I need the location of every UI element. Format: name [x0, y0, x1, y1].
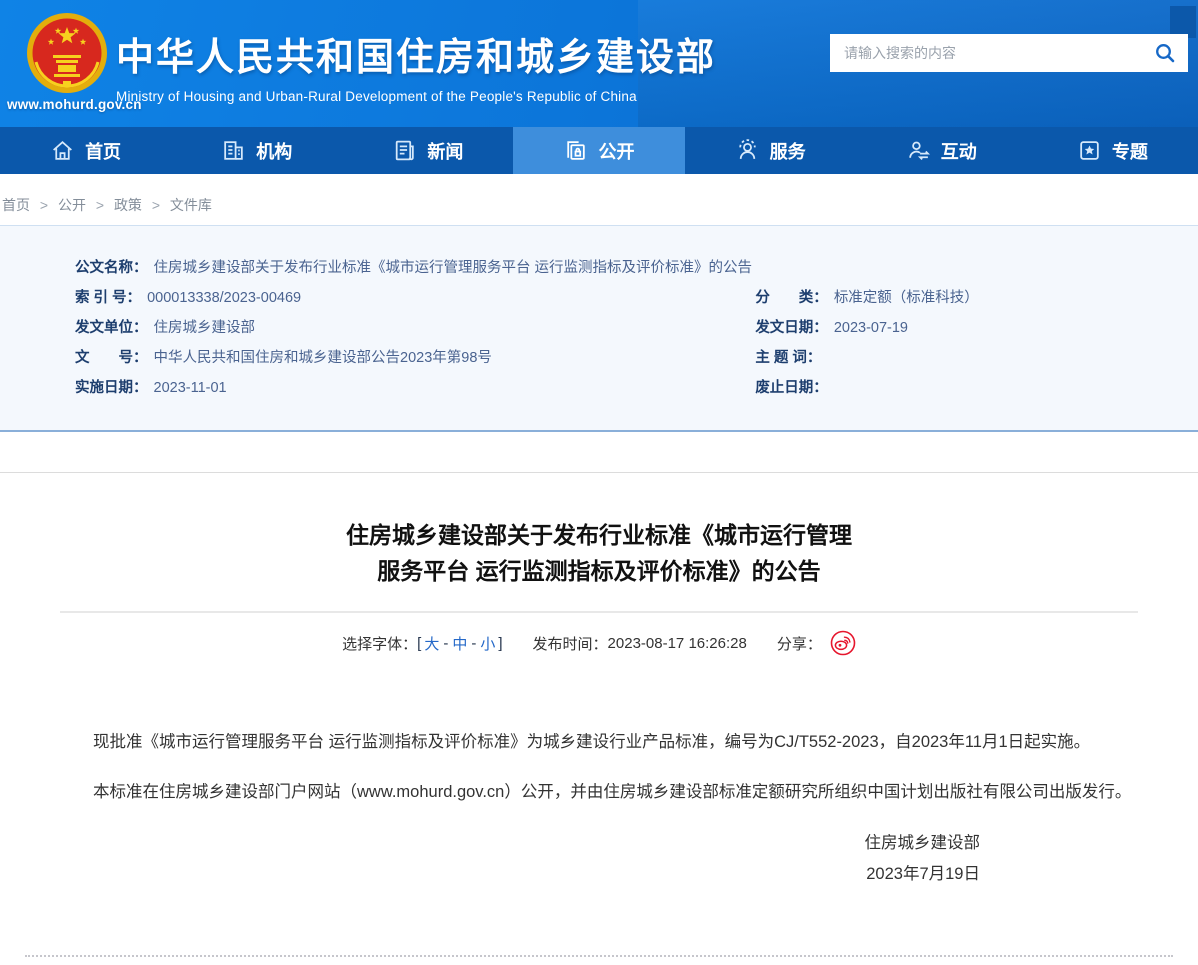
- nav-item-disclosure[interactable]: 公开: [513, 127, 684, 174]
- font-size-large-link[interactable]: 大: [424, 633, 439, 654]
- nav-item-services[interactable]: 服务: [685, 127, 856, 174]
- site-header: www.mohurd.gov.cn 中华人民共和国住房和城乡建设部 Minist…: [0, 0, 1198, 127]
- nav-label: 服务: [770, 138, 806, 164]
- doc-number-label: 文 号：: [75, 343, 148, 373]
- info-cell-issue-date: 发文日期： 2023-07-19: [755, 313, 1138, 343]
- index-number-value: 000013338/2023-00469: [147, 283, 301, 313]
- issuing-unit-value: 住房城乡建设部: [154, 313, 256, 343]
- publish-time-value: 2023-08-17 16:26:28: [608, 635, 747, 652]
- signature-organization: 住房城乡建设部: [0, 828, 980, 859]
- search-button[interactable]: [1154, 42, 1176, 64]
- breadcrumb-separator: >: [152, 197, 160, 213]
- publish-time-label: 发布时间：: [533, 633, 608, 654]
- interaction-icon: [906, 138, 931, 163]
- home-icon: [50, 138, 75, 163]
- subject-words-label: 主 题 词：: [755, 343, 821, 373]
- site-subtitle: Ministry of Housing and Urban-Rural Deve…: [116, 89, 716, 104]
- search-icon: [1154, 42, 1176, 64]
- article-paragraph: 本标准在住房城乡建设部门户网站（www.mohurd.gov.cn）公开，并由住…: [60, 778, 1138, 807]
- weibo-icon: [830, 630, 856, 656]
- doc-number-value: 中华人民共和国住房和城乡建设部公告2023年第98号: [154, 343, 492, 373]
- organization-icon: [221, 138, 246, 163]
- main-nav: 首页 机构 新闻 公开 服务 互动: [0, 127, 1198, 174]
- info-row: 实施日期： 2023-11-01 废止日期：: [75, 373, 1138, 403]
- breadcrumb-policy[interactable]: 政策: [114, 197, 142, 213]
- info-cell-subject-words: 主 题 词：: [755, 343, 1138, 373]
- nav-item-organization[interactable]: 机构: [171, 127, 342, 174]
- repeal-date-label: 废止日期：: [755, 373, 828, 403]
- search-box: [830, 34, 1188, 72]
- nav-item-news[interactable]: 新闻: [342, 127, 513, 174]
- topics-icon: [1077, 138, 1102, 163]
- dash: -: [443, 635, 448, 652]
- signature-date: 2023年7月19日: [0, 859, 980, 890]
- share-label: 分享：: [777, 633, 822, 654]
- effective-date-value: 2023-11-01: [154, 373, 227, 403]
- breadcrumb-home[interactable]: 首页: [2, 197, 30, 213]
- category-label: 分 类：: [755, 283, 828, 313]
- info-row: 索 引 号： 000013338/2023-00469 分 类： 标准定额（标准…: [75, 283, 1138, 313]
- dash: -: [471, 635, 476, 652]
- search-input[interactable]: [842, 44, 1154, 62]
- nav-label: 机构: [256, 138, 292, 164]
- info-cell-effective-date: 实施日期： 2023-11-01: [75, 373, 755, 403]
- title-underline: [60, 611, 1138, 613]
- nav-label: 专题: [1112, 138, 1148, 164]
- nav-label: 公开: [598, 138, 634, 164]
- article-paragraph: 现批准《城市运行管理服务平台 运行监测指标及评价标准》为城乡建设行业产品标准，编…: [60, 728, 1138, 757]
- info-row: 发文单位： 住房城乡建设部 发文日期： 2023-07-19: [75, 313, 1138, 343]
- nav-item-topics[interactable]: 专题: [1027, 127, 1198, 174]
- nav-label: 首页: [85, 138, 121, 164]
- breadcrumb-separator: >: [96, 197, 104, 213]
- issue-date-value: 2023-07-19: [834, 313, 908, 343]
- article-body: 现批准《城市运行管理服务平台 运行监测指标及评价标准》为城乡建设行业产品标准，编…: [60, 728, 1138, 807]
- index-number-label: 索 引 号：: [75, 283, 141, 313]
- article-title: 住房城乡建设部关于发布行业标准《城市运行管理 服务平台 运行监测指标及评价标准》…: [140, 517, 1058, 589]
- nav-item-home[interactable]: 首页: [0, 127, 171, 174]
- bracket-close: ]: [498, 635, 502, 652]
- breadcrumb-disclosure[interactable]: 公开: [58, 197, 86, 213]
- effective-date-label: 实施日期：: [75, 373, 148, 403]
- info-row: 文 号： 中华人民共和国住房和城乡建设部公告2023年第98号 主 题 词：: [75, 343, 1138, 373]
- site-title: 中华人民共和国住房和城乡建设部: [116, 26, 716, 81]
- doc-name-value: 住房城乡建设部关于发布行业标准《城市运行管理服务平台 运行监测指标及评价标准》的…: [154, 253, 753, 283]
- font-size-small-link[interactable]: 小: [480, 633, 495, 654]
- breadcrumb-separator: >: [40, 197, 48, 213]
- weibo-share-button[interactable]: [830, 630, 856, 656]
- issuing-unit-label: 发文单位：: [75, 313, 148, 343]
- font-size-medium-link[interactable]: 中: [452, 633, 467, 654]
- disclosure-icon: [563, 138, 588, 163]
- breadcrumb: 首页 > 公开 > 政策 > 文件库: [0, 174, 1198, 225]
- info-cell-doc-number: 文 号： 中华人民共和国住房和城乡建设部公告2023年第98号: [75, 343, 755, 373]
- nav-item-interaction[interactable]: 互动: [856, 127, 1027, 174]
- service-icon: [735, 138, 760, 163]
- bottom-dotted-divider: [25, 955, 1173, 957]
- info-cell-category: 分 类： 标准定额（标准科技）: [755, 283, 1138, 313]
- article-meta-bar: 选择字体： [ 大 - 中 - 小 ] 发布时间： 2023-08-17 16:…: [0, 630, 1198, 656]
- document-info-panel: 公文名称： 住房城乡建设部关于发布行业标准《城市运行管理服务平台 运行监测指标及…: [0, 225, 1198, 432]
- info-cell-index-number: 索 引 号： 000013338/2023-00469: [75, 283, 755, 313]
- section-divider: [0, 472, 1198, 473]
- info-cell-repeal-date: 废止日期：: [755, 373, 1138, 403]
- info-row-doc-name: 公文名称： 住房城乡建设部关于发布行业标准《城市运行管理服务平台 运行监测指标及…: [75, 253, 1138, 283]
- news-icon: [392, 138, 417, 163]
- nav-label: 新闻: [427, 138, 463, 164]
- article-signature: 住房城乡建设部 2023年7月19日: [0, 828, 980, 890]
- doc-name-label: 公文名称：: [75, 253, 148, 283]
- site-title-block: 中华人民共和国住房和城乡建设部 Ministry of Housing and …: [116, 26, 716, 104]
- breadcrumb-library[interactable]: 文件库: [170, 197, 212, 213]
- font-size-label: 选择字体：: [342, 633, 417, 654]
- category-value: 标准定额（标准科技）: [834, 283, 979, 313]
- info-cell-issuing-unit: 发文单位： 住房城乡建设部: [75, 313, 755, 343]
- bracket-open: [: [417, 635, 421, 652]
- issue-date-label: 发文日期：: [755, 313, 828, 343]
- national-emblem-logo: [26, 12, 108, 94]
- nav-label: 互动: [941, 138, 977, 164]
